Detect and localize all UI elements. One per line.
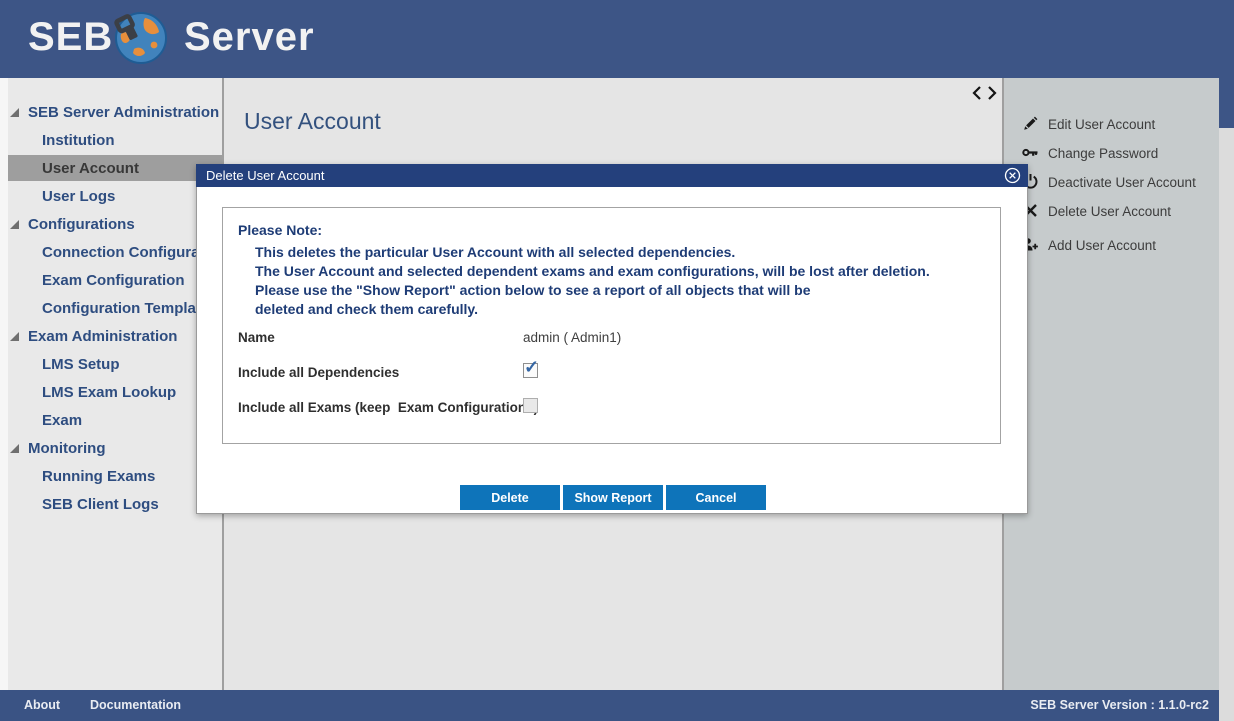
sidebar-item-user-account[interactable]: User Account xyxy=(8,155,222,181)
app-window: SEB Server SEB Server Administration Ins… xyxy=(0,0,1234,721)
part-controls xyxy=(972,85,997,101)
tree-expand-icon[interactable] xyxy=(10,332,19,341)
sidebar-item-exam[interactable]: Exam xyxy=(0,407,222,433)
cancel-button[interactable]: Cancel xyxy=(666,485,766,510)
sidebar-item-monitoring[interactable]: Monitoring xyxy=(0,435,222,461)
close-circle-icon[interactable] xyxy=(1004,167,1021,184)
sidebar-item-label: Exam Configuration xyxy=(42,272,185,289)
pencil-icon xyxy=(1022,115,1039,132)
sidebar-item-lms-exam-lookup[interactable]: LMS Exam Lookup xyxy=(0,379,222,405)
dependencies-checkbox[interactable]: ✓ xyxy=(523,363,538,378)
delete-button[interactable]: Delete xyxy=(460,485,560,510)
note-heading: Please Note: xyxy=(238,222,322,238)
note-text: This deletes the particular User Account… xyxy=(255,243,930,319)
action-edit-user-account[interactable]: Edit User Account xyxy=(1004,114,1219,134)
sidebar-item-label: SEB Server Administration xyxy=(28,104,219,121)
tree-expand-icon[interactable] xyxy=(10,444,19,453)
sidebar-item-exam-administration[interactable]: Exam Administration xyxy=(0,323,222,349)
sidebar-item-institution[interactable]: Institution xyxy=(0,127,222,153)
sidebar-item-label: Institution xyxy=(42,132,114,149)
form-row-dependencies: Include all Dependencies ✓ xyxy=(223,363,1002,383)
name-value: admin ( Admin1) xyxy=(523,330,621,345)
sidebar-item-running-exams[interactable]: Running Exams xyxy=(0,463,222,489)
action-panel: Edit User Account Change Password Deacti… xyxy=(1004,78,1219,690)
sidebar-item-label: Exam xyxy=(42,412,82,429)
check-icon: ✓ xyxy=(524,357,539,378)
footer-version: SEB Server Version : 1.1.0-rc2 xyxy=(1030,698,1209,712)
sidebar-item-configurations[interactable]: Configurations xyxy=(0,211,222,237)
action-add-user-account[interactable]: Add User Account xyxy=(1004,235,1219,255)
footer-bar: About Documentation SEB Server Version :… xyxy=(0,690,1219,721)
name-label: Name xyxy=(238,330,275,345)
exams-label: Include all Exams (keep Exam Configurati… xyxy=(238,400,538,415)
sidebar-item-seb-client-logs[interactable]: SEB Client Logs xyxy=(0,491,222,517)
dialog-title: Delete User Account xyxy=(206,168,325,183)
exams-checkbox[interactable] xyxy=(523,398,538,413)
delete-user-account-dialog: Delete User Account Please Note: This de… xyxy=(196,164,1028,514)
action-label: Change Password xyxy=(1048,146,1158,161)
right-rail xyxy=(1219,128,1234,721)
sidebar-item-label: LMS Exam Lookup xyxy=(42,384,176,401)
tree-expand-icon[interactable] xyxy=(10,220,19,229)
action-delete-user-account[interactable]: Delete User Account xyxy=(1004,201,1219,221)
sidebar-item-label: Configurations xyxy=(28,216,135,233)
sidebar-item-label: Exam Administration xyxy=(28,328,177,345)
dialog-buttons: Delete Show Report Cancel xyxy=(197,485,1029,510)
dialog-body: Please Note: This deletes the particular… xyxy=(196,187,1028,514)
chevron-left-icon[interactable] xyxy=(972,85,982,101)
tree-expand-icon[interactable] xyxy=(10,108,19,117)
footer-link-about[interactable]: About xyxy=(24,698,60,712)
action-label: Edit User Account xyxy=(1048,117,1155,132)
sidebar-item-label: Running Exams xyxy=(42,468,155,485)
sidebar-item-label: User Logs xyxy=(42,188,115,205)
sidebar-item-label: Connection Configuration xyxy=(42,244,222,261)
brand-server: Server xyxy=(184,15,315,60)
chevron-right-icon[interactable] xyxy=(987,85,997,101)
action-change-password[interactable]: Change Password xyxy=(1004,143,1219,163)
footer-link-documentation[interactable]: Documentation xyxy=(90,698,181,712)
brand-seb: SEB xyxy=(28,15,113,60)
dialog-titlebar[interactable]: Delete User Account xyxy=(196,164,1028,187)
sidebar-item-user-logs[interactable]: User Logs xyxy=(0,183,222,209)
action-label: Add User Account xyxy=(1048,238,1156,253)
sidebar-item-label: Configuration Templates xyxy=(42,300,218,317)
sidebar-item-connection-configuration[interactable]: Connection Configuration xyxy=(0,239,222,265)
action-deactivate-user-account[interactable]: Deactivate User Account xyxy=(1004,172,1219,192)
sidebar-nav: SEB Server Administration Institution Us… xyxy=(0,78,222,690)
page-title: User Account xyxy=(244,108,381,135)
sidebar-item-label: SEB Client Logs xyxy=(42,496,159,513)
sidebar-item-label: LMS Setup xyxy=(42,356,120,373)
sidebar-item-lms-setup[interactable]: LMS Setup xyxy=(0,351,222,377)
sidebar-item-label: Monitoring xyxy=(28,440,105,457)
form-row-name: Name admin ( Admin1) xyxy=(223,328,1002,348)
sidebar-item-configuration-templates[interactable]: Configuration Templates xyxy=(0,295,222,321)
key-icon xyxy=(1022,144,1039,161)
sidebar-item-seb-server-administration[interactable]: SEB Server Administration xyxy=(0,99,222,125)
form-row-exams: Include all Exams (keep Exam Configurati… xyxy=(223,398,1002,418)
sidebar-item-exam-configuration[interactable]: Exam Configuration xyxy=(0,267,222,293)
app-header: SEB Server xyxy=(0,0,1234,78)
right-rail-top xyxy=(1219,78,1234,128)
globe-lock-icon xyxy=(114,11,168,65)
action-label: Delete User Account xyxy=(1048,204,1171,219)
action-label: Deactivate User Account xyxy=(1048,175,1196,190)
dependencies-label: Include all Dependencies xyxy=(238,365,399,380)
show-report-button[interactable]: Show Report xyxy=(563,485,663,510)
dialog-form-box: Please Note: This deletes the particular… xyxy=(222,207,1001,444)
sidebar-item-label: User Account xyxy=(42,160,139,177)
